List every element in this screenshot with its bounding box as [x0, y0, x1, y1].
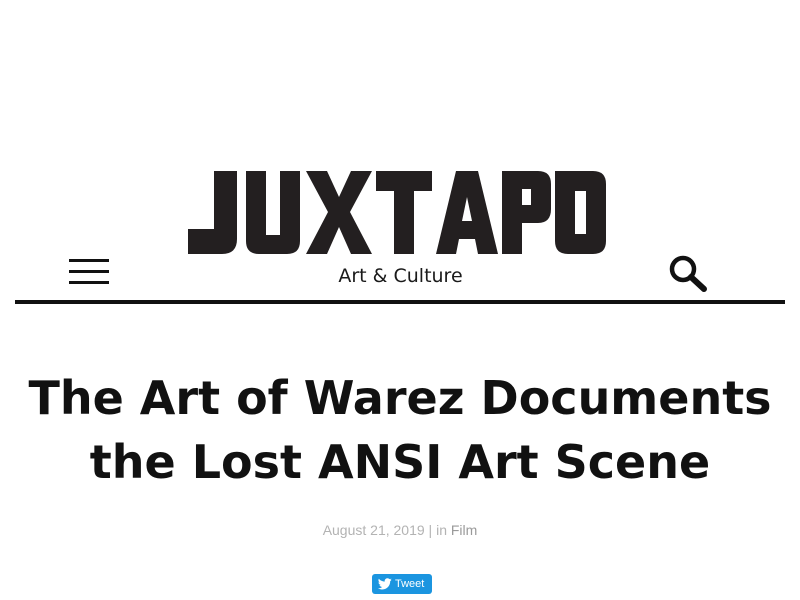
- twitter-bird-icon: [378, 578, 392, 590]
- meta-separator: | in: [424, 522, 451, 538]
- logo-wordmark: [188, 171, 606, 254]
- logo-tagline: Art & Culture: [338, 265, 463, 287]
- hamburger-menu-icon[interactable]: [69, 259, 109, 285]
- article-title: The Art of Warez Documents the Lost ANSI…: [28, 371, 772, 489]
- tweet-label: Tweet: [395, 578, 425, 590]
- menu-bar: [69, 270, 109, 273]
- article-date: August 21, 2019: [322, 522, 425, 538]
- magnifier-glyph: [669, 255, 707, 292]
- menu-bar: [69, 281, 109, 284]
- tweet-button[interactable]: Tweet: [372, 574, 432, 594]
- menu-bar: [69, 259, 109, 262]
- category-link[interactable]: Film: [451, 522, 477, 538]
- article-meta: August 21, 2019 | in Film: [0, 520, 800, 540]
- search-icon[interactable]: [668, 254, 708, 292]
- site-logo[interactable]: Art & Culture: [188, 171, 613, 287]
- site-header: Art & Culture: [0, 0, 800, 306]
- header-divider: [15, 300, 785, 304]
